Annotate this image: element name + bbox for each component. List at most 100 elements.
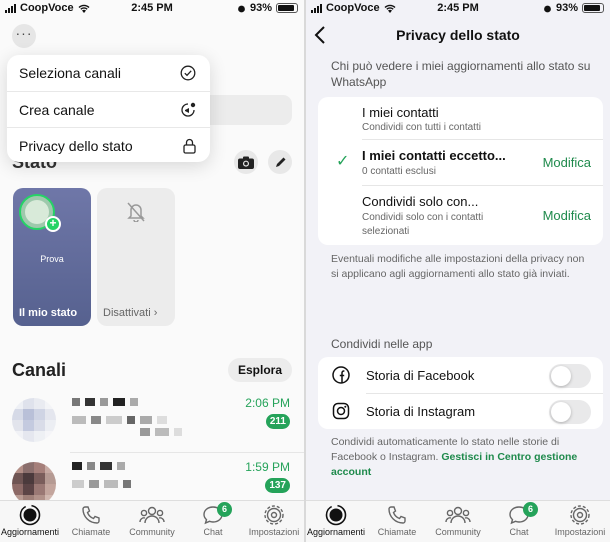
updates-icon <box>325 504 347 526</box>
tab-community[interactable]: Community <box>428 503 488 537</box>
unread-badge: 211 <box>265 414 290 429</box>
settings-icon <box>264 505 284 525</box>
channels-title: Canali <box>12 360 67 380</box>
status-bar: CoopVoce 2:45 PM 93% <box>306 0 610 18</box>
option-subtitle: Condividi con tutti i contatti <box>362 122 481 133</box>
option-title: Condividi solo con... <box>362 194 479 209</box>
option-subtitle: 0 contatti esclusi <box>362 166 436 177</box>
unread-badge: 137 <box>265 478 290 493</box>
camera-icon <box>238 156 254 169</box>
menu-item-create-channel[interactable]: Crea canale <box>7 91 210 127</box>
tab-label: Impostazioni <box>248 527 300 537</box>
option-title: I miei contatti eccetto... <box>362 148 506 163</box>
tab-settings[interactable]: Impostazioni <box>550 503 610 537</box>
facebook-icon <box>332 366 350 384</box>
tab-calls[interactable]: Chiamate <box>61 503 121 537</box>
tab-label: Chiamate <box>71 527 111 537</box>
app-label: Storia di Facebook <box>366 368 475 383</box>
options-menu: Seleziona canali Crea canale Privacy del… <box>7 55 210 162</box>
option-subtitle: Condividi solo con i contatti selezionat… <box>362 212 484 237</box>
option-my-contacts[interactable]: I miei contatti Condividi con tutti i co… <box>318 97 603 139</box>
tab-label: Chat <box>203 527 223 537</box>
menu-item-select-channels[interactable]: Seleziona canali <box>7 55 210 91</box>
battery-percent: 93% <box>249 2 272 14</box>
tab-label: Chat <box>509 527 529 537</box>
lock-icon <box>183 138 196 154</box>
menu-item-label: Crea canale <box>19 101 95 118</box>
status-bar: CoopVoce 2:45 PM 93% <box>0 0 304 18</box>
add-status-icon[interactable]: + <box>45 216 61 232</box>
explore-button[interactable]: Esplora <box>228 358 292 382</box>
instagram-story-row: Storia di Instagram <box>318 393 603 429</box>
tab-settings[interactable]: Impostazioni <box>244 503 304 537</box>
channel-time: 1:59 PM <box>245 460 290 474</box>
status-preview-text: Prova <box>40 254 64 264</box>
chat-badge: 6 <box>217 502 232 517</box>
channel-time: 2:06 PM <box>245 396 290 410</box>
option-title: I miei contatti <box>362 105 439 120</box>
row-divider <box>70 452 304 453</box>
tab-label: Impostazioni <box>554 527 606 537</box>
privacy-options-group: I miei contatti Condividi con tutti i co… <box>318 97 603 245</box>
option-share-only-with[interactable]: Condividi solo con... Condividi solo con… <box>318 185 603 245</box>
muted-label: Disattivati › <box>103 307 158 319</box>
tab-label: Aggiornamenti <box>0 527 60 537</box>
my-status-label: Il mio stato <box>19 307 78 319</box>
battery-icon <box>582 3 604 13</box>
battery-icon <box>276 3 298 13</box>
alarm-icon <box>544 5 551 12</box>
chat-badge: 6 <box>523 502 538 517</box>
battery-percent: 93% <box>555 2 578 14</box>
tab-label: Chiamate <box>377 527 417 537</box>
instagram-icon <box>332 402 350 420</box>
tab-bar: Aggiornamenti Chiamate Community Chat 6 … <box>306 500 610 542</box>
selected-check-icon: ✓ <box>336 153 350 170</box>
menu-item-label: Seleziona canali <box>19 65 121 81</box>
alarm-icon <box>238 5 245 12</box>
tab-updates[interactable]: Aggiornamenti <box>0 503 60 537</box>
community-icon <box>445 506 471 524</box>
edit-status-button[interactable] <box>268 150 292 174</box>
facebook-story-row: Storia di Facebook <box>318 357 603 393</box>
share-apps-header: Condividi nelle app <box>331 337 433 351</box>
tab-chat[interactable]: Chat 6 <box>183 502 243 537</box>
status-privacy-screen: CoopVoce 2:45 PM 93% Privacy dello stato… <box>306 0 610 542</box>
tab-calls[interactable]: Chiamate <box>367 503 427 537</box>
updates-screen: CoopVoce 2:45 PM 93% ··· Stato + Prova I… <box>0 0 304 542</box>
pencil-icon <box>275 157 285 167</box>
instagram-story-toggle[interactable] <box>549 400 591 424</box>
community-icon <box>139 506 165 524</box>
page-title: Privacy dello stato <box>396 27 520 43</box>
share-apps-group: Storia di Facebook Storia di Instagram <box>318 357 603 429</box>
new-channel-icon <box>181 102 196 117</box>
tab-label: Community <box>435 527 481 537</box>
channel-row[interactable]: 2:06 PM 211 <box>0 392 304 450</box>
my-status-card[interactable]: + Prova Il mio stato <box>13 188 91 326</box>
tab-updates[interactable]: Aggiornamenti <box>306 503 366 537</box>
channel-avatar <box>12 398 56 442</box>
app-label: Storia di Instagram <box>366 404 476 419</box>
phone-icon <box>82 506 100 524</box>
facebook-story-toggle[interactable] <box>549 364 591 388</box>
edit-selected-button[interactable]: Modifica <box>543 208 591 223</box>
who-can-see-header: Chi può vedere i miei aggiornamenti allo… <box>331 59 591 89</box>
tab-bar: Aggiornamenti Chiamate Community Chat 6 … <box>0 500 304 542</box>
camera-button[interactable] <box>234 150 258 174</box>
updates-icon <box>19 504 41 526</box>
check-circle-icon <box>180 65 196 81</box>
share-note: Condividi automaticamente lo stato nelle… <box>331 436 578 478</box>
bell-off-icon <box>127 202 145 222</box>
edit-excluded-button[interactable]: Modifica <box>543 155 591 170</box>
menu-item-label: Privacy dello stato <box>19 137 133 154</box>
tab-label: Aggiornamenti <box>306 527 366 537</box>
settings-icon <box>570 505 590 525</box>
phone-icon <box>388 506 406 524</box>
menu-item-status-privacy[interactable]: Privacy dello stato <box>7 127 210 162</box>
more-options-button[interactable]: ··· <box>12 24 36 48</box>
tab-community[interactable]: Community <box>122 503 182 537</box>
muted-status-card[interactable]: Disattivati › <box>97 188 175 326</box>
tab-chat[interactable]: Chat 6 <box>489 502 549 537</box>
option-contacts-except[interactable]: ✓ I miei contatti eccetto... 0 contatti … <box>318 139 603 185</box>
privacy-note: Eventuali modifiche alle impostazioni de… <box>331 253 585 280</box>
tab-label: Community <box>129 527 175 537</box>
